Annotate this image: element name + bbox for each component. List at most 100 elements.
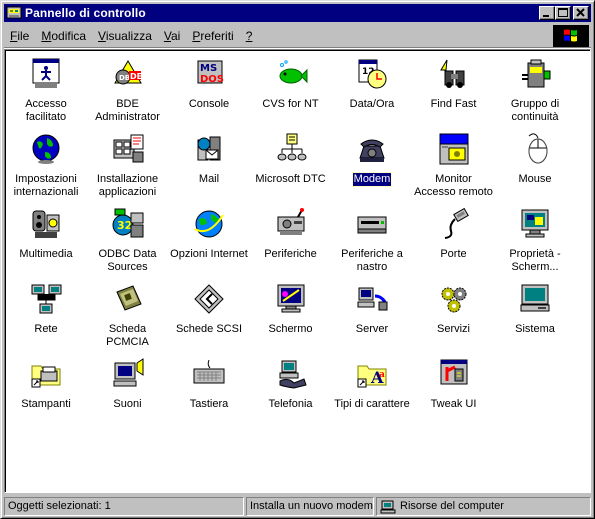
control-panel-item[interactable]: DB DE BDE Administrator (87, 54, 169, 124)
control-panel-item[interactable]: 32 ODBC Data Sources (87, 204, 169, 274)
keyboard-icon (192, 357, 226, 391)
control-panel-item-label: Tipi di carattere (334, 398, 410, 410)
control-panel-item[interactable]: Scheda PCMCIA (87, 279, 169, 349)
network-transaction-icon (274, 132, 308, 166)
control-panel-item[interactable]: Tastiera (168, 354, 250, 424)
svg-text:DE: DE (130, 72, 142, 81)
control-panel-item-label: Impostazioni internazionali (13, 173, 79, 198)
control-panel-item-label: Microsoft DTC (255, 173, 326, 185)
control-panel-item-label: Mouse (518, 173, 552, 185)
control-panel-item[interactable]: Periferiche (250, 204, 332, 274)
sounds-icon (111, 357, 145, 391)
close-icon (576, 8, 585, 17)
control-panel-item-label: Tastiera (189, 398, 229, 410)
control-panel-icon[interactable] (6, 5, 22, 21)
fish-icon (274, 57, 308, 91)
control-panel-item[interactable]: Multimedia (5, 204, 87, 274)
control-panel-item-label: Server (355, 323, 389, 335)
control-panel-item[interactable]: Microsoft DTC (250, 129, 332, 199)
control-panel-item[interactable]: Servizi (413, 279, 495, 349)
svg-text:MS: MS (200, 63, 217, 74)
remote-access-monitor-icon (437, 132, 471, 166)
control-panel-window: Pannello di controllo File Modifica Visu… (0, 0, 595, 519)
control-panel-item[interactable]: Server (331, 279, 413, 349)
control-panel-item-label: Schermo (268, 323, 313, 335)
status-description: Installa un nuovo modem (246, 497, 374, 516)
control-panel-item[interactable]: Periferiche a nastro (331, 204, 413, 274)
menu-preferiti[interactable]: Preferiti (186, 29, 239, 43)
control-panel-item-label: Modem (351, 172, 393, 187)
control-panel-item[interactable]: Monitor Accesso remoto (413, 129, 495, 199)
menu-visualizza[interactable]: Visualizza (92, 29, 158, 43)
control-panel-item[interactable]: MS DOS Console (168, 54, 250, 124)
control-panel-item[interactable]: Stampanti (5, 354, 87, 424)
system-computer-icon (518, 282, 552, 316)
control-panel-item-label: Multimedia (19, 248, 73, 260)
control-panel-item[interactable]: Suoni (87, 354, 169, 424)
control-panel-item[interactable]: Rete (5, 279, 87, 349)
control-panel-item[interactable]: Opzioni Internet (168, 204, 250, 274)
control-panel-item-label: Installazione applicazioni (96, 173, 159, 198)
svg-text:DOS: DOS (200, 74, 224, 85)
control-panel-item-label: Data/Ora (349, 98, 395, 110)
telephony-icon (274, 357, 308, 391)
install-applications-icon (111, 132, 145, 166)
control-panel-item[interactable]: Accesso facilitato (5, 54, 87, 124)
control-panel-item[interactable]: Installazione applicazioni (87, 129, 169, 199)
control-panel-item[interactable]: Proprietà - Scherm... (494, 204, 576, 274)
devices-icon (274, 207, 308, 241)
control-panel-item-label: Gruppo di continuità (510, 98, 560, 123)
server-icon (355, 282, 389, 316)
control-panel-item[interactable]: CVS for NT (250, 54, 332, 124)
control-panel-item[interactable]: Impostazioni internazionali (5, 129, 87, 199)
display-icon (274, 282, 308, 316)
control-panel-item[interactable]: Sistema (494, 279, 576, 349)
pcmcia-card-icon (111, 282, 145, 316)
control-panel-item-label: Porte (440, 248, 467, 260)
modem-phone-icon (355, 132, 389, 166)
control-panel-item[interactable]: Mouse (494, 129, 576, 199)
maximize-button[interactable] (555, 6, 571, 20)
control-panel-item[interactable]: Gruppo di continuità (494, 54, 576, 124)
menu-modifica[interactable]: Modifica (35, 29, 92, 43)
title-bar[interactable]: Pannello di controllo (4, 4, 591, 22)
my-computer-icon (380, 500, 396, 513)
svg-text:a: a (379, 370, 385, 380)
status-location: Risorse del computer (376, 497, 591, 516)
control-panel-icon-view[interactable]: Accesso facilitato DB DE BDE Administrator M… (4, 49, 591, 493)
control-panel-item-label: Servizi (436, 323, 470, 335)
bde-administrator-icon: DB DE (111, 57, 145, 91)
control-panel-item[interactable]: Mail (168, 129, 250, 199)
control-panel-item[interactable]: 12 Data/Ora (331, 54, 413, 124)
control-panel-item-label: Tweak UI (430, 398, 477, 410)
close-button[interactable] (573, 6, 589, 20)
maximize-icon (558, 8, 568, 17)
minimize-button[interactable] (539, 6, 555, 20)
internet-options-icon (192, 207, 226, 241)
control-panel-item[interactable]: Schermo (250, 279, 332, 349)
menu-file[interactable]: File (4, 29, 35, 43)
accessibility-icon (29, 57, 63, 91)
menu-help[interactable]: ? (240, 29, 259, 43)
menu-vai[interactable]: Vai (158, 29, 186, 43)
control-panel-item-label: Mail (198, 173, 220, 185)
port-cable-icon (437, 207, 471, 241)
control-panel-item[interactable]: Tweak UI (413, 354, 495, 424)
control-panel-item-label: Accesso facilitato (25, 98, 67, 123)
printers-folder-icon (29, 357, 63, 391)
control-panel-item[interactable]: Modem (331, 129, 413, 199)
control-panel-item[interactable]: Telefonia (250, 354, 332, 424)
scsi-icon (192, 282, 226, 316)
ups-battery-icon (518, 57, 552, 91)
control-panel-item-label: Proprietà - Scherm... (509, 248, 561, 273)
control-panel-item-label: Periferiche a nastro (341, 248, 403, 273)
control-panel-item-label: CVS for NT (262, 98, 319, 110)
control-panel-item[interactable]: Find Fast (413, 54, 495, 124)
binoculars-icon (437, 57, 471, 91)
control-panel-item[interactable]: Aa Tipi di carattere (331, 354, 413, 424)
svg-text:32: 32 (117, 219, 132, 232)
control-panel-item[interactable]: Schede SCSI (168, 279, 250, 349)
calendar-clock-icon: 12 (355, 57, 389, 91)
control-panel-item[interactable]: Porte (413, 204, 495, 274)
multimedia-icon (29, 207, 63, 241)
